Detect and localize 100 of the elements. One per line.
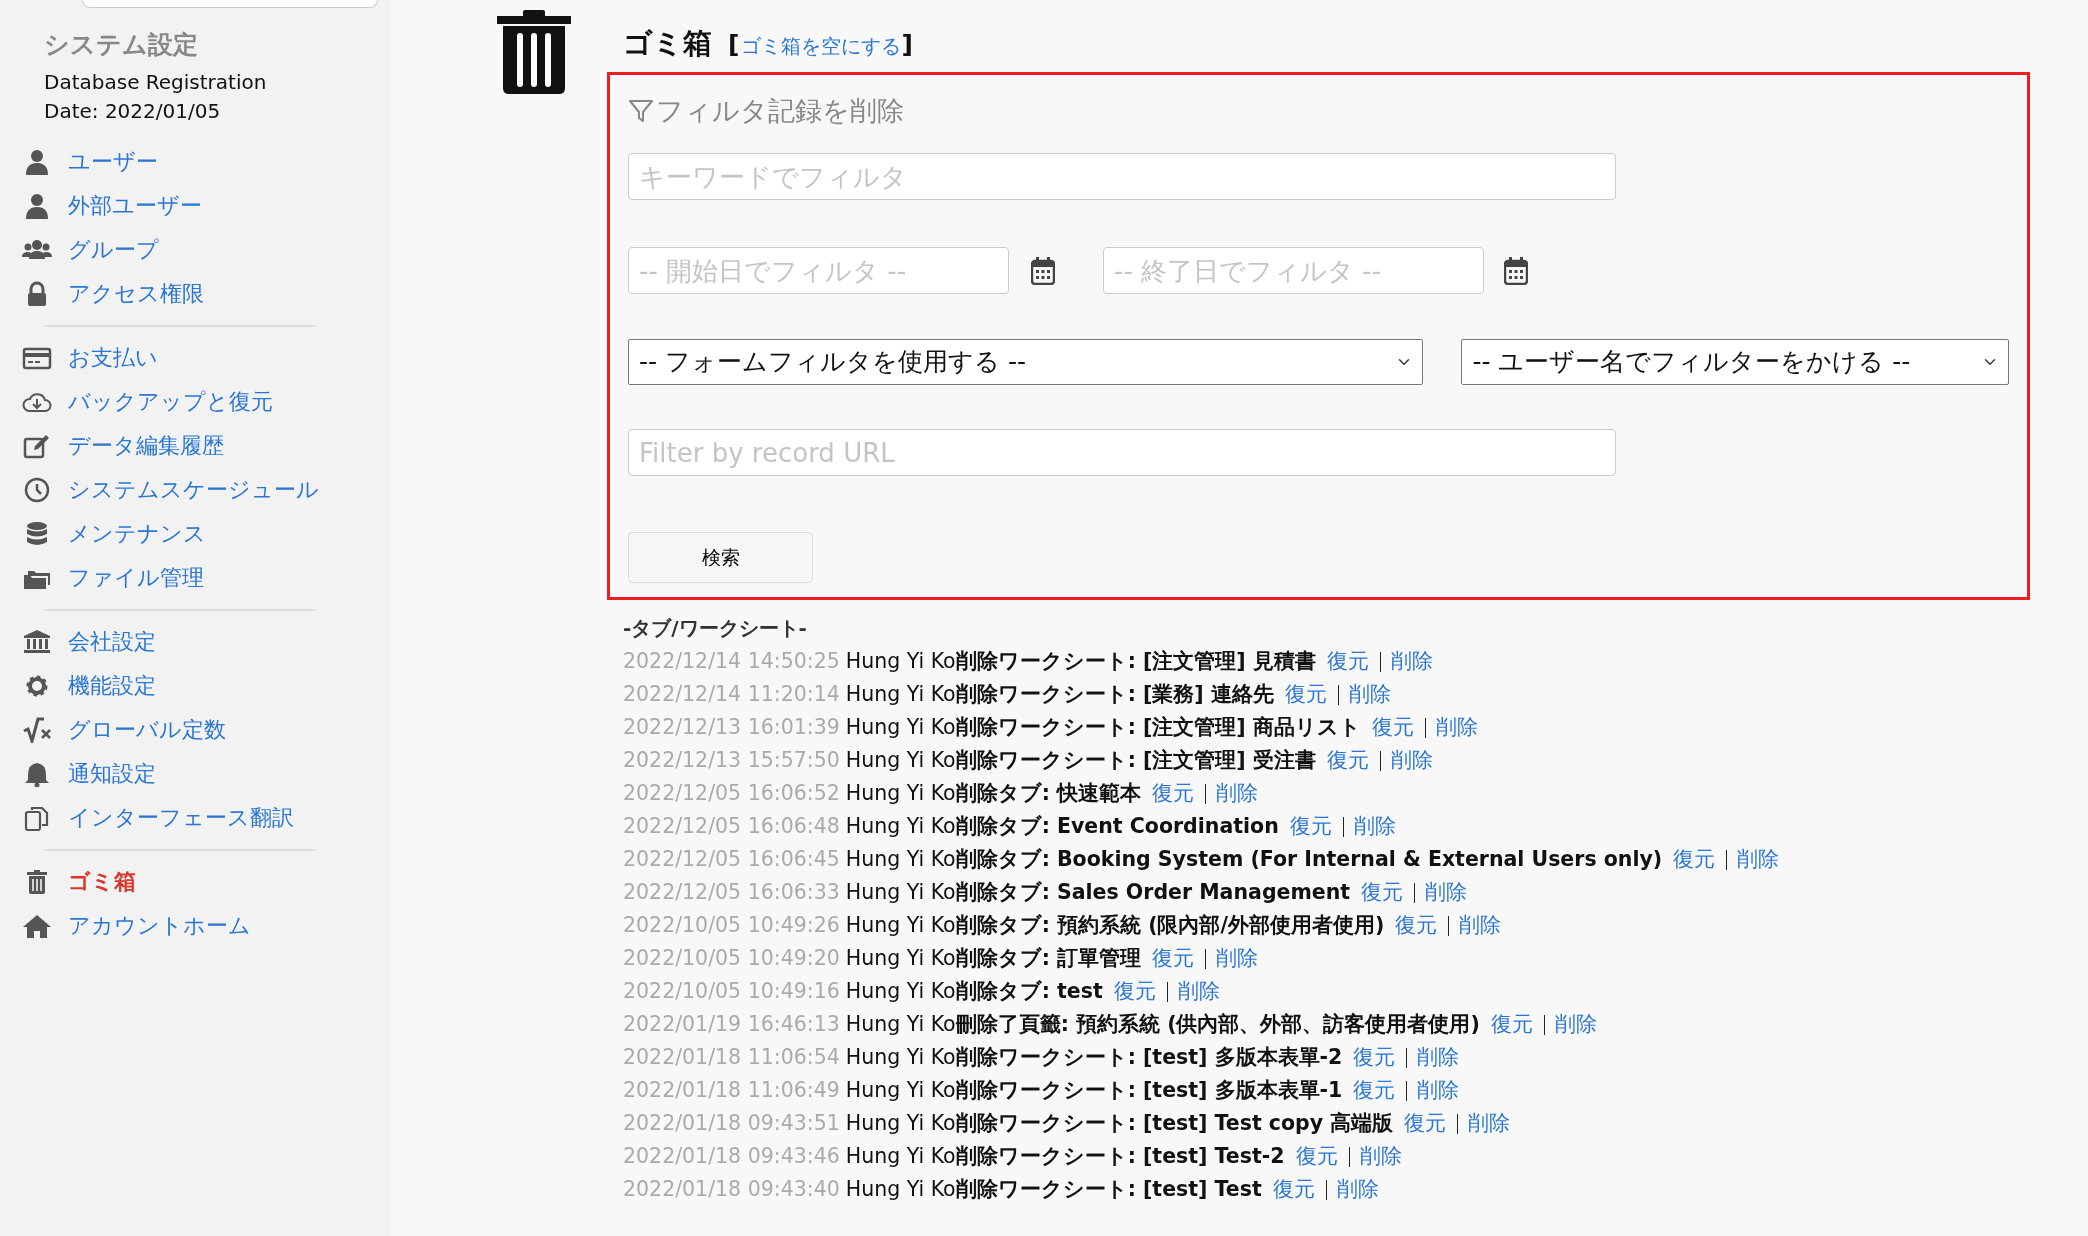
log-entry-text: Hung Yi Ko削除ワークシート: [test] Test [845, 1176, 1262, 1203]
delete-link[interactable]: 削除 [1737, 843, 1780, 876]
bracket: ] [901, 29, 913, 61]
delete-link[interactable]: 削除 [1435, 711, 1478, 744]
sidebar-link[interactable]: インターフェース翻訳 [68, 795, 294, 840]
delete-link[interactable]: 削除 [1216, 942, 1258, 975]
sidebar-link[interactable]: ゴミ箱 [68, 859, 136, 904]
restore-link[interactable]: 復元 [1404, 1107, 1447, 1140]
restore-link[interactable]: 復元 [1326, 744, 1369, 777]
timestamp: 2022/12/05 16:06:45 [623, 846, 840, 873]
restore-link[interactable]: 復元 [1295, 1140, 1338, 1173]
restore-link[interactable]: 復元 [1113, 975, 1156, 1008]
delete-link[interactable]: 削除 [1390, 744, 1433, 777]
filter-title: フィルタ記録を削除 [656, 93, 904, 128]
delete-link[interactable]: 削除 [1554, 1008, 1597, 1041]
restore-link[interactable]: 復元 [1673, 843, 1716, 876]
delete-link[interactable]: 削除 [1417, 1074, 1460, 1107]
restore-link[interactable]: 復元 [1289, 810, 1332, 843]
sidebar-link[interactable]: ユーザー [68, 139, 158, 184]
restore-link[interactable]: 復元 [1395, 909, 1438, 942]
log-entry-text: Hung Yi Ko削除ワークシート: [test] Test copy 高端版 [845, 1110, 1394, 1137]
restore-link[interactable]: 復元 [1353, 1074, 1396, 1107]
sidebar-link[interactable]: 外部ユーザー [68, 183, 202, 228]
empty-trash-link[interactable]: ゴミ箱を空にする [741, 31, 902, 61]
log-entry-text: Hung Yi Ko削除ワークシート: [test] Test-2 [845, 1143, 1285, 1170]
timestamp: 2022/01/19 16:46:13 [623, 1011, 840, 1038]
delete-link[interactable]: 削除 [1459, 909, 1502, 942]
sidebar-link[interactable]: 機能設定 [68, 663, 156, 708]
log-entry-text: Hung Yi Ko削除タブ: Booking System (For Internal & External Users only) [845, 846, 1663, 873]
timestamp: 2022/12/05 16:06:33 [623, 879, 840, 906]
restore-link[interactable]: 復元 [1272, 1173, 1315, 1206]
end-date-field[interactable]: -- 終了日でフィルタ -- [1103, 247, 1484, 294]
delete-link[interactable]: 削除 [1425, 876, 1468, 909]
delete-link[interactable]: 削除 [1177, 975, 1220, 1008]
log-entry-text: Hung Yi Ko削除タブ: test [845, 978, 1103, 1005]
timestamp: 2022/12/05 16:06:48 [623, 813, 840, 840]
restore-link[interactable]: 復元 [1152, 777, 1194, 810]
delete-link[interactable]: 削除 [1353, 810, 1396, 843]
start-date-field[interactable]: -- 開始日でフィルタ -- [628, 247, 1009, 294]
timestamp: 2022/10/05 10:49:26 [623, 912, 840, 939]
delete-link[interactable]: 削除 [1336, 1173, 1379, 1206]
timestamp: 2022/12/05 16:06:52 [623, 780, 840, 807]
log-entry-text: Hung Yi Ko削除ワークシート: [test] 多版本表單-1 [845, 1077, 1343, 1104]
timestamp: 2022/12/14 11:20:14 [623, 681, 840, 708]
registration-text: Database Registration [44, 68, 268, 96]
timestamp: 2022/10/05 10:49:20 [623, 945, 840, 972]
log-entry-text: Hung Yi Ko削除ワークシート: [注文管理] 受注書 [845, 747, 1316, 774]
sidebar-link[interactable]: バックアップと復元 [68, 379, 273, 424]
restore-link[interactable]: 復元 [1490, 1008, 1533, 1041]
bracket: [ [728, 29, 740, 61]
log-entry-text: Hung Yi Ko削除タブ: Sales Order Management [845, 879, 1351, 906]
timestamp: 2022/10/05 10:49:16 [623, 978, 840, 1005]
sidebar-link[interactable]: グローバル定数 [68, 707, 226, 752]
timestamp: 2022/01/18 09:43:40 [623, 1176, 840, 1203]
restore-link[interactable]: 復元 [1353, 1041, 1396, 1074]
sidebar-link[interactable]: メンテナンス [68, 511, 206, 556]
log-entry-text: Hung Yi Ko削除ワークシート: [test] 多版本表單-2 [845, 1044, 1343, 1071]
log-entry-text: Hung Yi Ko削除ワークシート: [注文管理] 見積書 [845, 648, 1316, 675]
user-filter-select[interactable]: -- ユーザー名でフィルターをかける -- [1461, 339, 2009, 385]
delete-link[interactable]: 削除 [1359, 1140, 1402, 1173]
delete-link[interactable]: 削除 [1390, 645, 1433, 678]
restore-link[interactable]: 復元 [1326, 645, 1369, 678]
restore-link[interactable]: 復元 [1284, 678, 1327, 711]
sidebar-link[interactable]: お支払い [68, 335, 158, 380]
form-filter-select[interactable]: -- フォームフィルタを使用する -- [628, 339, 1424, 385]
delete-link[interactable]: 削除 [1348, 678, 1391, 711]
sidebar-link[interactable]: アクセス権限 [68, 271, 204, 316]
timestamp: 2022/01/18 09:43:46 [623, 1143, 840, 1170]
timestamp: 2022/01/18 11:06:49 [623, 1077, 840, 1104]
timestamp: 2022/12/13 15:57:50 [623, 747, 840, 774]
timestamp: 2022/01/18 11:06:54 [623, 1044, 840, 1071]
log-entry-text: Hung Yi Ko刪除了頁籤: 預約系統 (供內部、外部、訪客使用者使用) [845, 1011, 1480, 1038]
delete-link[interactable]: 削除 [1216, 777, 1258, 810]
timestamp: 2022/12/13 16:01:39 [623, 714, 840, 741]
keyword-field[interactable]: キーワードでフィルタ [628, 153, 1616, 200]
sidebar-link[interactable]: グループ [68, 227, 159, 272]
sidebar-link[interactable]: 通知設定 [68, 751, 156, 796]
restore-link[interactable]: 復元 [1361, 876, 1404, 909]
timestamp: 2022/01/18 09:43:51 [623, 1110, 840, 1137]
sidebar-link[interactable]: 会社設定 [68, 619, 156, 664]
log-entry-text: Hung Yi Ko削除ワークシート: [注文管理] 商品リスト [845, 714, 1361, 741]
restore-link[interactable]: 復元 [1371, 711, 1414, 744]
sidebar-link[interactable]: ファイル管理 [68, 555, 204, 600]
sidebar-link[interactable]: システムスケージュール [68, 467, 319, 512]
page-title: ゴミ箱 [623, 25, 712, 62]
delete-link[interactable]: 削除 [1468, 1107, 1511, 1140]
sidebar-title: システム設定 [44, 29, 199, 61]
restore-link[interactable]: 復元 [1152, 942, 1194, 975]
log-entry-text: Hung Yi Ko削除タブ: Event Coordination [845, 813, 1279, 840]
sidebar-link[interactable]: アカウントホーム [68, 903, 251, 948]
search-button[interactable]: 検索 [628, 532, 813, 583]
delete-link[interactable]: 削除 [1417, 1041, 1460, 1074]
log-entry-text: Hung Yi Ko削除タブ: 快速範本 [845, 780, 1141, 807]
log-entry-text: Hung Yi Ko削除ワークシート: [業務] 連絡先 [845, 681, 1274, 708]
record-url-field[interactable]: Filter by record URL [628, 429, 1616, 476]
sidebar-link[interactable]: データ編集履歴 [68, 423, 224, 468]
list-heading: -タブ/ワークシート- [623, 615, 808, 642]
registration-text: Date: 2022/01/05 [44, 97, 222, 125]
timestamp: 2022/12/14 14:50:25 [623, 648, 840, 675]
log-entry-text: Hung Yi Ko削除タブ: 訂單管理 [845, 945, 1141, 972]
